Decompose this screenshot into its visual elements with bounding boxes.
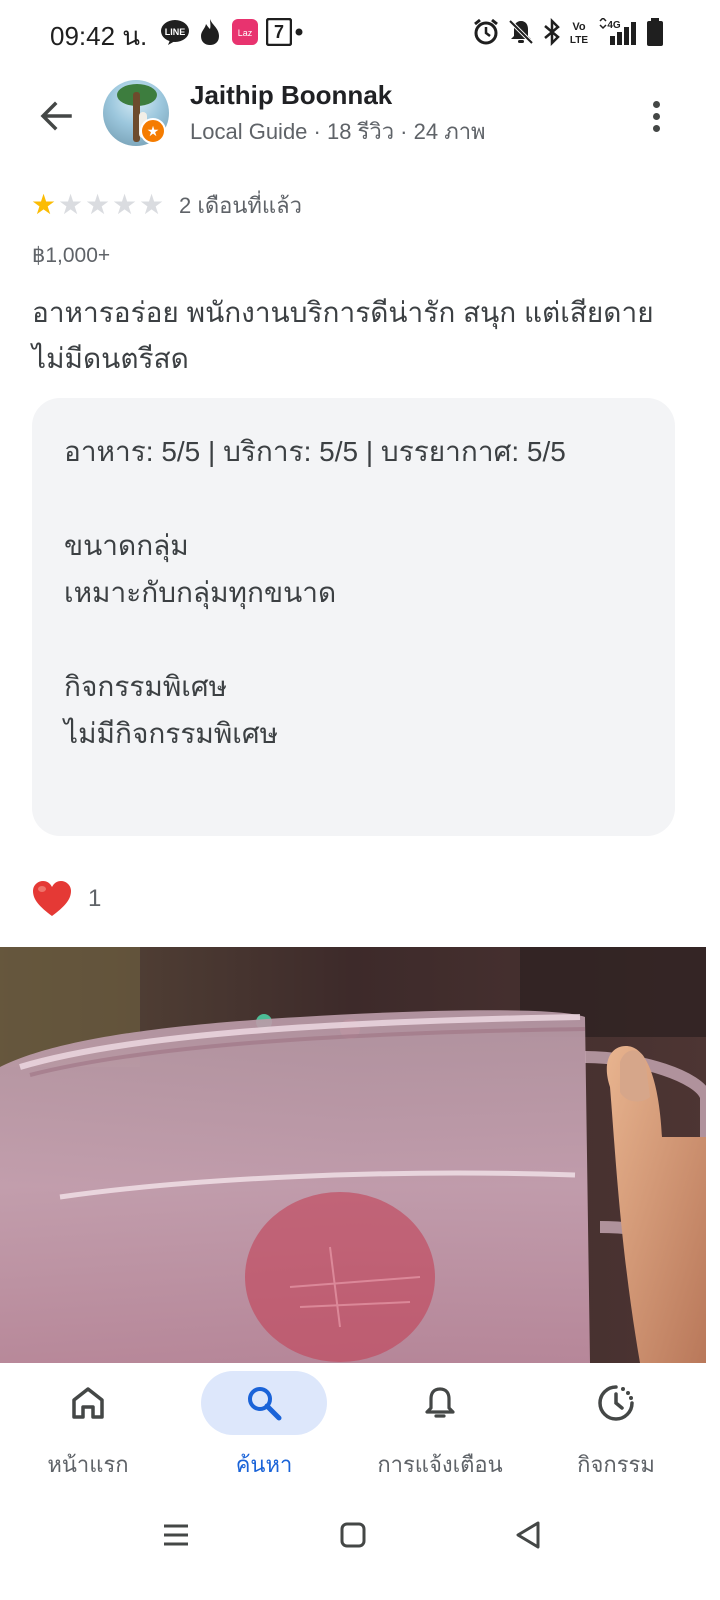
dot-icon xyxy=(295,28,303,36)
review-header: ★ Jaithip Boonnak Local Guide · 18 รีวิว… xyxy=(0,70,720,162)
search-icon xyxy=(248,1387,282,1421)
nav-item-search[interactable]: ค้นหา xyxy=(176,1363,352,1490)
heart-icon[interactable] xyxy=(30,877,74,921)
system-navigation xyxy=(0,1490,720,1600)
star-icon: ★ xyxy=(30,189,57,220)
svg-text:Vo: Vo xyxy=(572,21,586,33)
star-icon: ★ xyxy=(57,189,84,220)
status-bar: 09:42 น. LINE Laz 7 Vo LTE 4G xyxy=(0,0,720,64)
nav-label-notifications: การแจ้งเตือน xyxy=(377,1452,503,1477)
price-range: ฿1,000+ xyxy=(32,244,111,267)
volte-icon: Vo LTE xyxy=(570,21,588,46)
review-details-card: อาหาร: 5/5 | บริการ: 5/5 | บรรยากาศ: 5/5… xyxy=(32,398,675,836)
status-time: 09:42 น. xyxy=(50,21,148,51)
alarm-icon xyxy=(474,18,498,45)
seven-eleven-icon: 7 xyxy=(266,18,292,46)
reviewer-name[interactable]: Jaithip Boonnak xyxy=(190,80,392,111)
special-events-label: กิจกรรมพิเศษ xyxy=(64,671,228,702)
recents-button[interactable] xyxy=(146,1505,206,1565)
reaction-count: 1 xyxy=(88,885,102,912)
line-icon: LINE xyxy=(161,20,189,45)
bluetooth-icon xyxy=(544,18,560,46)
star-icon: ★ xyxy=(138,189,165,220)
nav-item-notifications[interactable]: การแจ้งเตือน xyxy=(352,1363,528,1490)
group-size-label: ขนาดกลุ่ม xyxy=(64,530,189,561)
svg-text:4G: 4G xyxy=(607,20,621,31)
nav-label-search: ค้นหา xyxy=(235,1452,293,1477)
reactions[interactable]: 1 xyxy=(30,876,101,922)
lazada-icon: Laz xyxy=(232,19,258,45)
back-system-button[interactable] xyxy=(498,1505,558,1565)
nav-label-home: หน้าแรก xyxy=(47,1452,129,1477)
review-text: อาหารอร่อย พนักงานบริการดีน่ารัก สนุก แต… xyxy=(32,297,654,374)
star-icon: ★ xyxy=(111,189,138,220)
review-date: 2 เดือนที่แล้ว xyxy=(179,192,302,218)
svg-text:LINE: LINE xyxy=(165,27,186,37)
arrow-back-icon xyxy=(40,101,72,131)
svg-text:LTE: LTE xyxy=(570,35,588,46)
sub-ratings: อาหาร: 5/5 | บริการ: 5/5 | บรรยากาศ: 5/5 xyxy=(64,436,566,467)
home-icon xyxy=(72,1387,104,1419)
more-vert-icon xyxy=(652,100,660,108)
special-events-value: ไม่มีกิจกรรมพิเศษ xyxy=(64,718,279,749)
bottom-navigation: หน้าแรก ค้นหา การแจ้งเตือน กิจกรรม xyxy=(0,1363,720,1490)
menu-icon xyxy=(164,1524,188,1546)
home-button[interactable] xyxy=(323,1505,383,1565)
battery-icon xyxy=(647,18,663,46)
nav-pill-home xyxy=(25,1371,151,1435)
group-size-value: เหมาะกับกลุ่มทุกขนาด xyxy=(64,577,337,608)
svg-text:7: 7 xyxy=(274,22,284,42)
nav-pill-activity xyxy=(553,1371,679,1435)
nav-item-activity[interactable]: กิจกรรม xyxy=(528,1363,704,1490)
back-button[interactable] xyxy=(30,90,82,142)
photo-pitcher-illustration xyxy=(0,947,706,1363)
local-guide-star-icon: ★ xyxy=(140,118,166,144)
nav-label-activity: กิจกรรม xyxy=(577,1452,655,1477)
svg-text:Laz: Laz xyxy=(238,28,253,38)
bell-off-icon xyxy=(508,19,534,45)
activity-clock-icon xyxy=(598,1385,634,1421)
rating-row: ★ ★ ★ ★ ★ 2 เดือนที่แล้ว xyxy=(30,188,302,222)
star-icon: ★ xyxy=(84,189,111,220)
nav-pill-notifications xyxy=(377,1371,503,1435)
reviewer-meta: Local Guide · 18 รีวิว · 24 ภาพ xyxy=(190,119,486,144)
flame-icon xyxy=(201,19,219,45)
more-vert-dot xyxy=(652,112,660,120)
signal-4g-icon: 4G xyxy=(599,18,636,45)
nav-item-home[interactable]: หน้าแรก xyxy=(0,1363,176,1490)
more-options-button[interactable] xyxy=(636,90,676,142)
back-triangle-icon xyxy=(516,1521,540,1549)
review-photo[interactable] xyxy=(0,947,706,1363)
home-square-icon xyxy=(340,1522,366,1548)
more-vert-dot xyxy=(652,124,660,132)
nav-pill-search xyxy=(201,1371,327,1435)
bell-icon xyxy=(425,1387,455,1418)
